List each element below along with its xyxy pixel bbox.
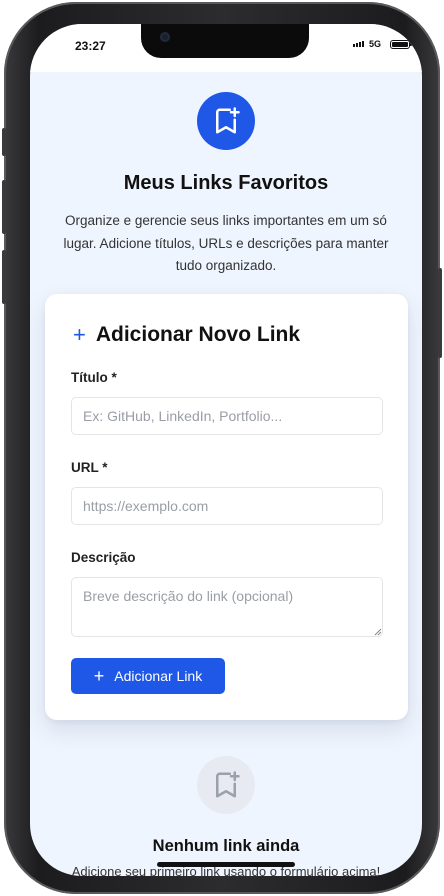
bookmark-plus-icon [197, 92, 255, 150]
empty-state-title: Nenhum link ainda [152, 837, 300, 855]
status-bar: 23:27 5G [30, 24, 422, 72]
battery-icon [390, 40, 412, 49]
camera-icon [160, 32, 170, 42]
description-textarea[interactable] [71, 577, 383, 637]
url-label: URL * [71, 460, 108, 475]
plus-icon: + [93, 666, 105, 686]
bookmark-plus-icon [197, 756, 255, 814]
description-label: Descrição [71, 550, 136, 565]
network-label: 5G [368, 39, 381, 49]
form-header: + Adicionar Novo Link [73, 323, 300, 347]
resize-handle-icon[interactable] [372, 626, 382, 636]
plus-icon: + [73, 322, 86, 347]
signal-icon [353, 41, 364, 47]
page-title: Meus Links Favoritos [123, 172, 329, 194]
title-input[interactable] [71, 397, 383, 435]
volume-up-button [2, 180, 6, 234]
form-title: Adicionar Novo Link [95, 323, 301, 346]
volume-down-button [2, 250, 6, 304]
url-input[interactable] [71, 487, 383, 525]
phone-frame: 23:27 5G Meus Links Favoritos Organize e… [2, 2, 442, 894]
title-label: Título * [71, 370, 117, 385]
power-button [438, 268, 442, 358]
status-time: 23:27 [75, 39, 106, 53]
home-indicator[interactable] [157, 862, 295, 867]
add-link-label: Adicionar Link [114, 668, 203, 684]
screen: 23:27 5G Meus Links Favoritos Organize e… [30, 24, 422, 876]
add-link-form: + Adicionar Novo Link Título * URL * Des… [45, 294, 408, 720]
add-link-button[interactable]: + Adicionar Link [71, 658, 225, 694]
page-subtitle: Organize e gerencie seus links important… [63, 213, 389, 273]
silent-switch [2, 128, 6, 156]
